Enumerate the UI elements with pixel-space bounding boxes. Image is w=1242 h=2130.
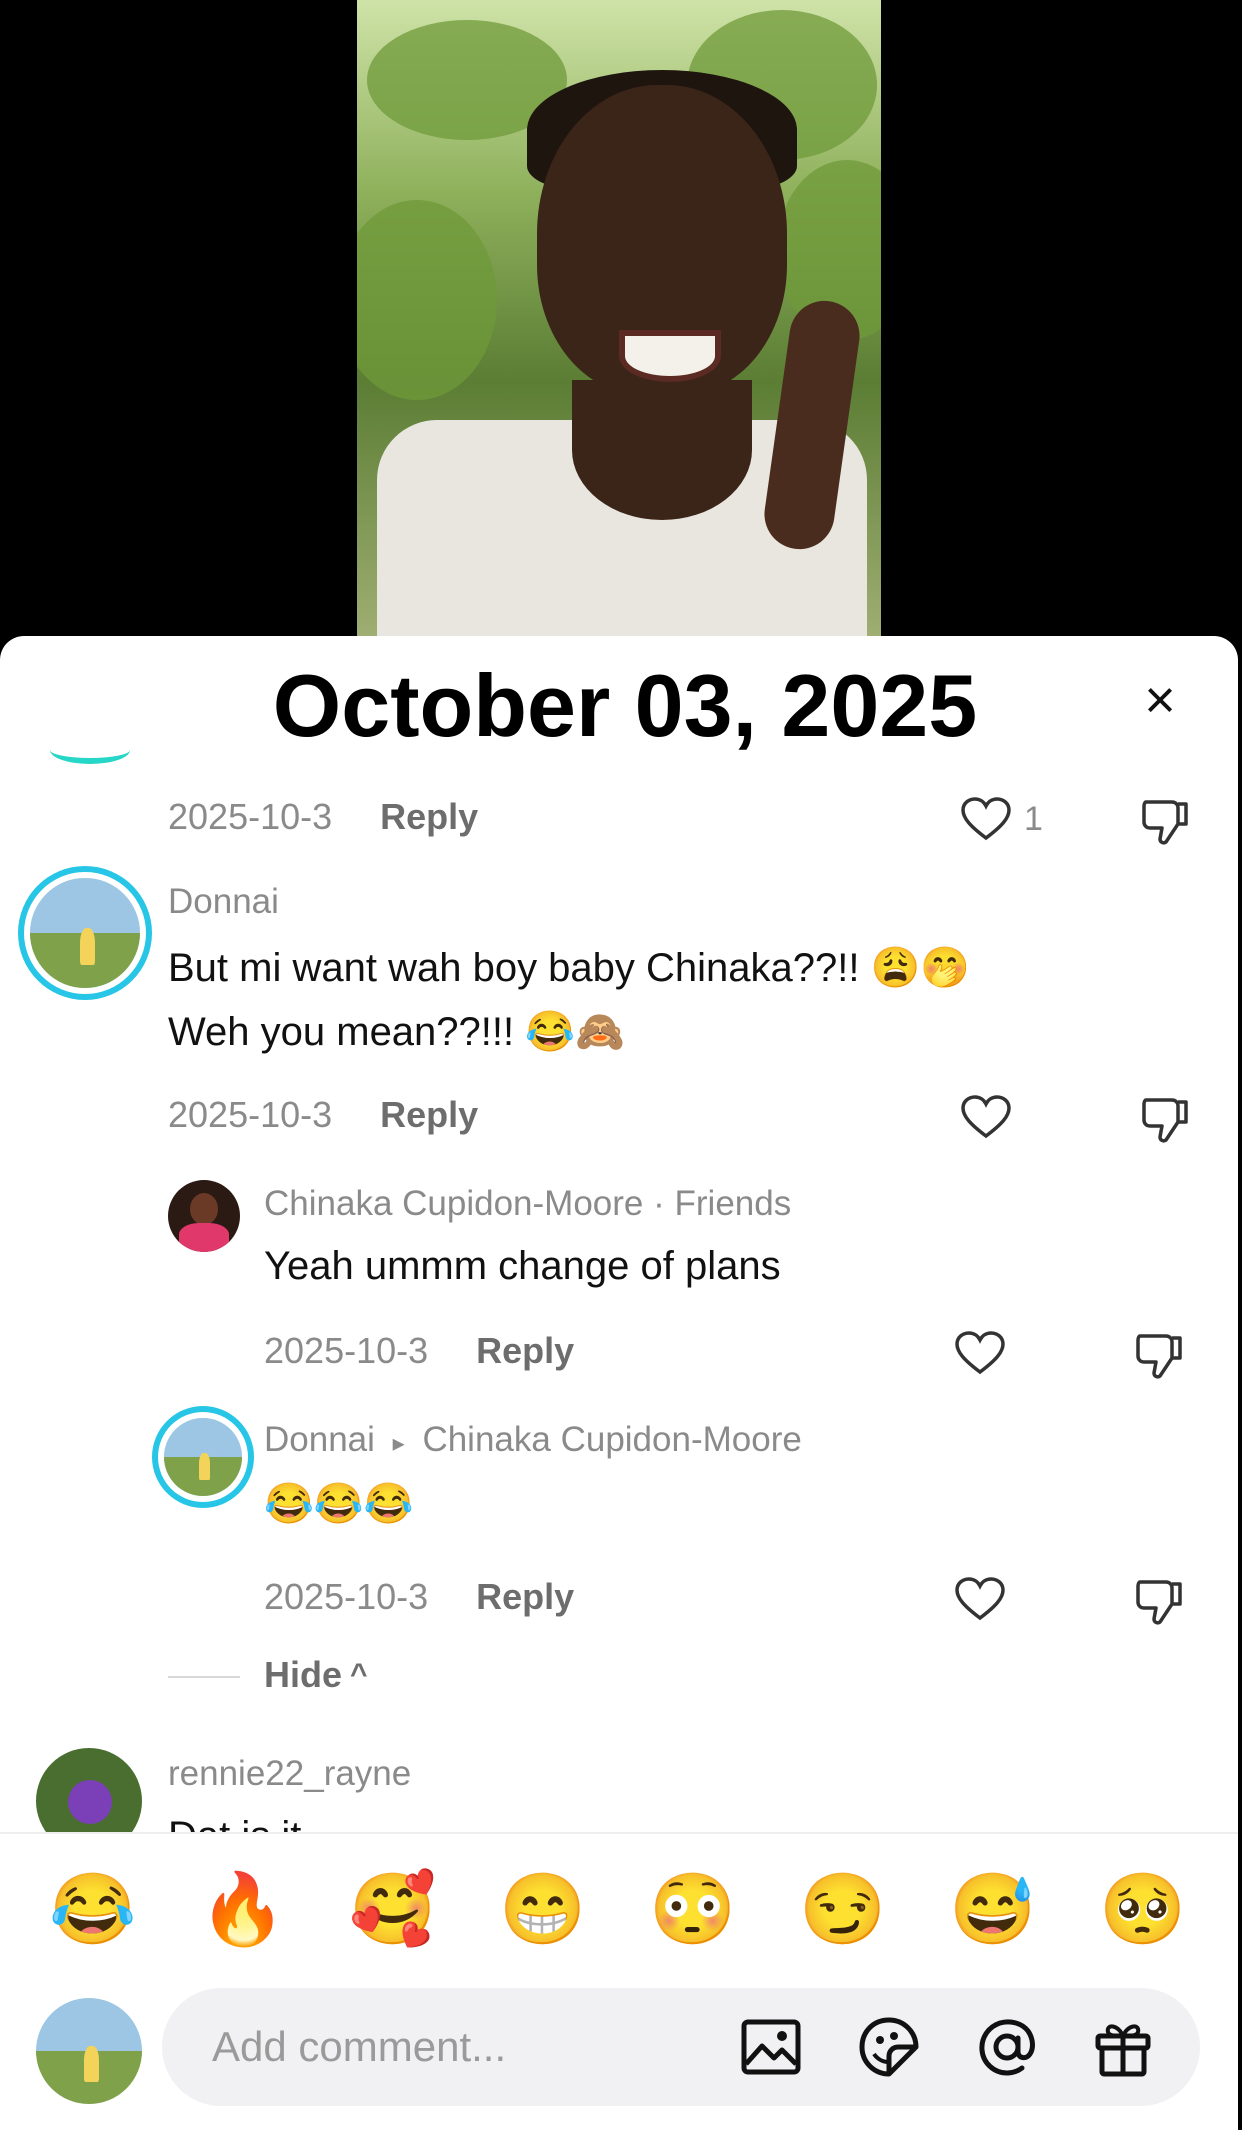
friends-tag: · Friends	[653, 1184, 792, 1223]
avatar-flower	[67, 1779, 113, 1825]
avatar-face	[189, 1192, 219, 1226]
emoji-button[interactable]: 🔥	[198, 1864, 288, 1954]
comment-placeholder: Add comment...	[212, 2023, 507, 2070]
emoji-button[interactable]: 🥺	[1098, 1864, 1188, 1954]
like-count: 1	[1024, 800, 1043, 838]
comment-text: Weh you mean??!!! 😂🙈	[168, 1010, 625, 1054]
comment-date: 2025-10-3	[168, 1094, 333, 1135]
dislike-icon[interactable]	[1138, 794, 1192, 848]
reply-button[interactable]: Reply	[380, 796, 478, 838]
heart-icon[interactable]	[960, 796, 1012, 842]
emoji-button[interactable]: 😅	[948, 1864, 1038, 1954]
divider	[168, 1676, 240, 1678]
avatar-figure	[83, 2045, 99, 2082]
image-icon[interactable]	[740, 2016, 802, 2078]
avatar[interactable]	[168, 1180, 240, 1252]
close-icon[interactable]: ×	[1132, 672, 1188, 728]
emoji-button[interactable]: 😂	[48, 1864, 138, 1954]
gift-icon[interactable]	[1092, 2016, 1154, 2078]
comment-meta: 2025-10-3 Reply	[168, 1094, 478, 1136]
hide-replies-button[interactable]: Hide ^	[264, 1654, 368, 1696]
chevron-up-icon: ^	[350, 1658, 368, 1691]
dislike-icon[interactable]	[1132, 1328, 1186, 1382]
comment-date: 2025-10-3	[264, 1576, 429, 1617]
video-frame[interactable]	[357, 0, 881, 636]
comment-text: But mi want wah boy baby Chinaka??!! 😩🤭	[168, 946, 971, 990]
emoji-button[interactable]: 🥰	[348, 1864, 438, 1954]
avatar[interactable]	[30, 878, 140, 988]
avatar-shirt	[178, 1223, 230, 1252]
reply-button[interactable]: Reply	[476, 1576, 574, 1618]
avatar-figure	[79, 927, 95, 965]
comment-text: Yeah ummm change of plans	[264, 1244, 781, 1288]
avatar-figure	[199, 1453, 210, 1480]
comment-date: 2025-10-3	[264, 1330, 429, 1371]
comment-meta: 2025-10-3 Reply	[168, 796, 478, 838]
comment-username-row: Chinaka Cupidon-Moore · Friends	[264, 1184, 791, 1224]
reply-arrow-icon: ▸	[392, 1430, 405, 1457]
comment-date: 2025-10-3	[168, 796, 333, 837]
comment-text: 😂😂😂	[264, 1482, 414, 1526]
comment-meta: 2025-10-3 Reply	[264, 1330, 574, 1372]
heart-icon[interactable]	[954, 1576, 1006, 1622]
person-neck	[572, 380, 752, 520]
emoji-button[interactable]: 😳	[648, 1864, 738, 1954]
emoji-button[interactable]: 😁	[498, 1864, 588, 1954]
comment-input-row: Add comment...	[0, 1982, 1238, 2130]
user-avatar[interactable]	[36, 1998, 142, 2104]
reply-to-username[interactable]: Chinaka Cupidon-Moore	[422, 1420, 801, 1459]
avatar[interactable]	[164, 1418, 242, 1496]
comment-username[interactable]: Chinaka Cupidon-Moore	[264, 1184, 643, 1223]
comment-username[interactable]: rennie22_rayne	[168, 1754, 411, 1794]
background-leaf	[357, 200, 497, 400]
reply-button[interactable]: Reply	[380, 1094, 478, 1136]
person-mouth	[619, 330, 721, 382]
date-overlay: October 03, 2025	[195, 636, 1055, 776]
emoji-button[interactable]: 😏	[798, 1864, 888, 1954]
comment-username[interactable]: Donnai	[168, 882, 279, 922]
mention-icon[interactable]	[976, 2016, 1038, 2078]
sticker-icon[interactable]	[858, 2016, 920, 2078]
dislike-icon[interactable]	[1138, 1092, 1192, 1146]
heart-icon[interactable]	[954, 1330, 1006, 1376]
partial-avatar-ring	[50, 736, 130, 764]
comment-input[interactable]: Add comment...	[162, 1988, 1200, 2106]
reply-button[interactable]: Reply	[476, 1330, 574, 1372]
comment-username-row: Donnai ▸ Chinaka Cupidon-Moore	[264, 1420, 802, 1460]
dislike-icon[interactable]	[1132, 1574, 1186, 1628]
heart-icon[interactable]	[960, 1094, 1012, 1140]
comment-meta: 2025-10-3 Reply	[264, 1576, 574, 1618]
comment-username[interactable]: Donnai	[264, 1420, 375, 1459]
emoji-quick-bar: 😂 🔥 🥰 😁 😳 😏 😅 🥺	[0, 1832, 1238, 1984]
hide-label: Hide	[264, 1654, 343, 1695]
